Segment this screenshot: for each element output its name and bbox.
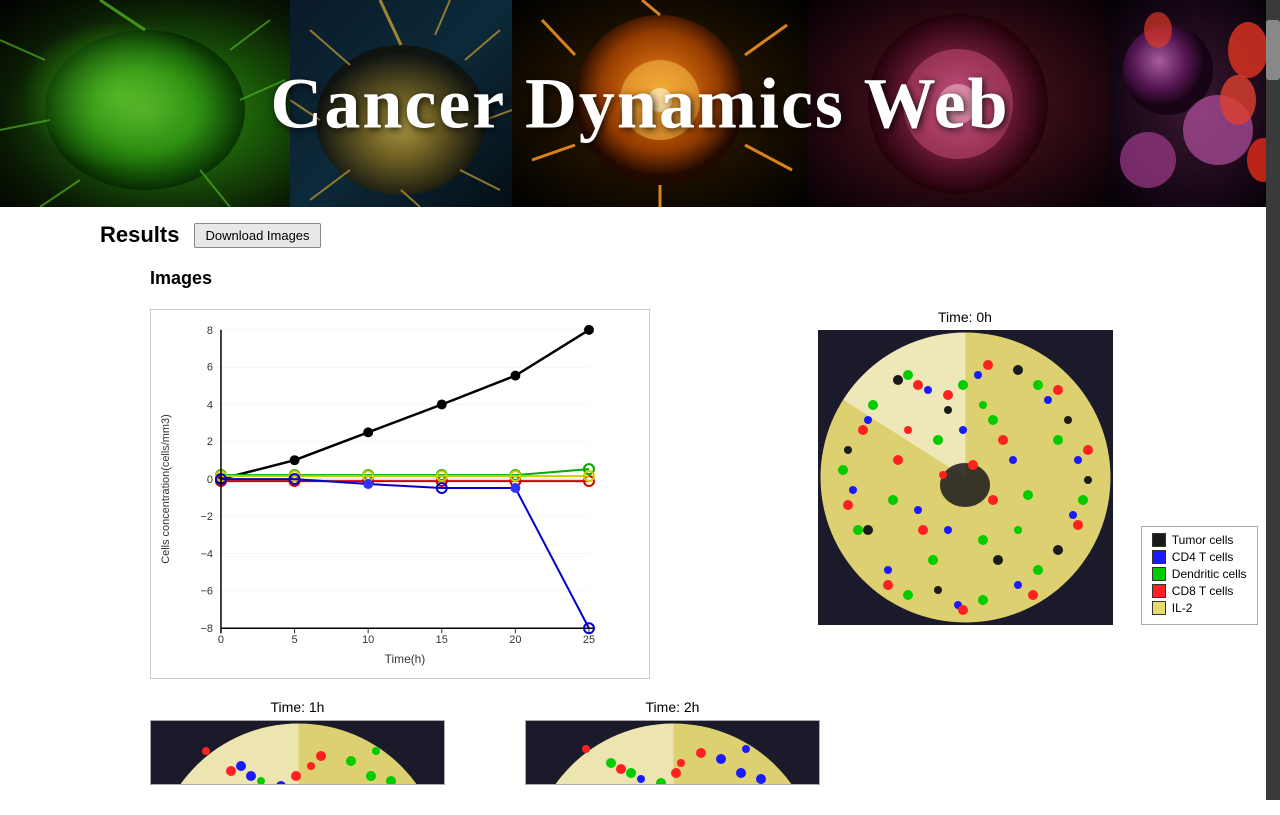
legend-il2-label: IL-2 [1172, 601, 1193, 615]
svg-text:15: 15 [436, 634, 448, 646]
header-title: Cancer Dynamics Web [270, 62, 1009, 145]
sim-t1-svg [151, 721, 445, 785]
sim-t0-svg [818, 330, 1113, 625]
line-chart: Cells concentration(cells/mm3) Time(h) 8… [150, 309, 650, 679]
svg-text:4: 4 [207, 399, 213, 411]
svg-text:2: 2 [207, 436, 213, 448]
legend-cd8-label: CD8 T cells [1172, 584, 1234, 598]
svg-text:20: 20 [509, 634, 521, 646]
content-area: Results Download Images Images Cells con… [0, 207, 1280, 815]
header-cell-1 [0, 0, 290, 207]
sim-t0-wrapper: Tumor cells CD4 T cells Dendritic cells [818, 330, 1113, 625]
legend-cd4: CD4 T cells [1152, 550, 1247, 564]
legend-cd4-label: CD4 T cells [1172, 550, 1234, 564]
svg-text:−2: −2 [201, 511, 213, 523]
sim-t2-svg [526, 721, 820, 785]
legend-il2-color [1152, 601, 1166, 615]
svg-text:−6: −6 [201, 585, 213, 597]
svg-text:Cells concentration(cells/mm3): Cells concentration(cells/mm3) [160, 414, 172, 564]
legend-dendritic-color [1152, 567, 1166, 581]
header-cell-5 [1108, 0, 1280, 207]
svg-text:−4: −4 [201, 549, 213, 561]
header-cell-5-art [1108, 0, 1280, 207]
svg-text:8: 8 [207, 325, 213, 337]
svg-text:0: 0 [218, 634, 224, 646]
legend-cd8-color [1152, 584, 1166, 598]
legend-tumor: Tumor cells [1152, 533, 1247, 547]
sim-t0-canvas [818, 330, 1113, 625]
svg-text:10: 10 [362, 634, 374, 646]
svg-text:25: 25 [583, 634, 595, 646]
header: Cancer Dynamics Web [0, 0, 1280, 207]
svg-text:Time(h): Time(h) [385, 652, 426, 666]
results-row: Results Download Images [100, 222, 1200, 248]
images-section: Images Cells concentration(cells/mm3) Ti… [150, 268, 1200, 785]
page-scrollbar-track[interactable] [1266, 0, 1280, 800]
legend-cd8: CD8 T cells [1152, 584, 1247, 598]
sim-t2-container: Time: 2h [525, 699, 820, 785]
sim-t0-container: Time: 0h [730, 309, 1200, 679]
chart-svg: Cells concentration(cells/mm3) Time(h) 8… [151, 310, 649, 678]
legend-il2: IL-2 [1152, 601, 1247, 615]
legend-tumor-color [1152, 533, 1166, 547]
sim-t2-label: Time: 2h [646, 699, 700, 715]
legend-dendritic: Dendritic cells [1152, 567, 1247, 581]
svg-text:−8: −8 [201, 623, 213, 635]
images-section-title: Images [150, 268, 1200, 289]
svg-text:0: 0 [207, 474, 213, 486]
legend-tumor-label: Tumor cells [1172, 533, 1234, 547]
top-images-row: Cells concentration(cells/mm3) Time(h) 8… [150, 309, 1200, 679]
legend-dendritic-label: Dendritic cells [1172, 567, 1247, 581]
svg-text:5: 5 [292, 634, 298, 646]
legend-box: Tumor cells CD4 T cells Dendritic cells [1141, 526, 1258, 625]
sim-t2-canvas [525, 720, 820, 785]
results-title: Results [100, 222, 179, 248]
download-images-button[interactable]: Download Images [194, 223, 320, 248]
sim-t1-canvas [150, 720, 445, 785]
sim-t1-container: Time: 1h [150, 699, 445, 785]
sim-t1-label: Time: 1h [271, 699, 325, 715]
page-scrollbar-thumb[interactable] [1266, 20, 1280, 80]
sim-t0-label: Time: 0h [938, 309, 992, 325]
header-cell-1-art [0, 0, 290, 207]
svg-text:6: 6 [207, 362, 213, 374]
bottom-images-row: Time: 1h [150, 699, 1200, 785]
legend-cd4-color [1152, 550, 1166, 564]
